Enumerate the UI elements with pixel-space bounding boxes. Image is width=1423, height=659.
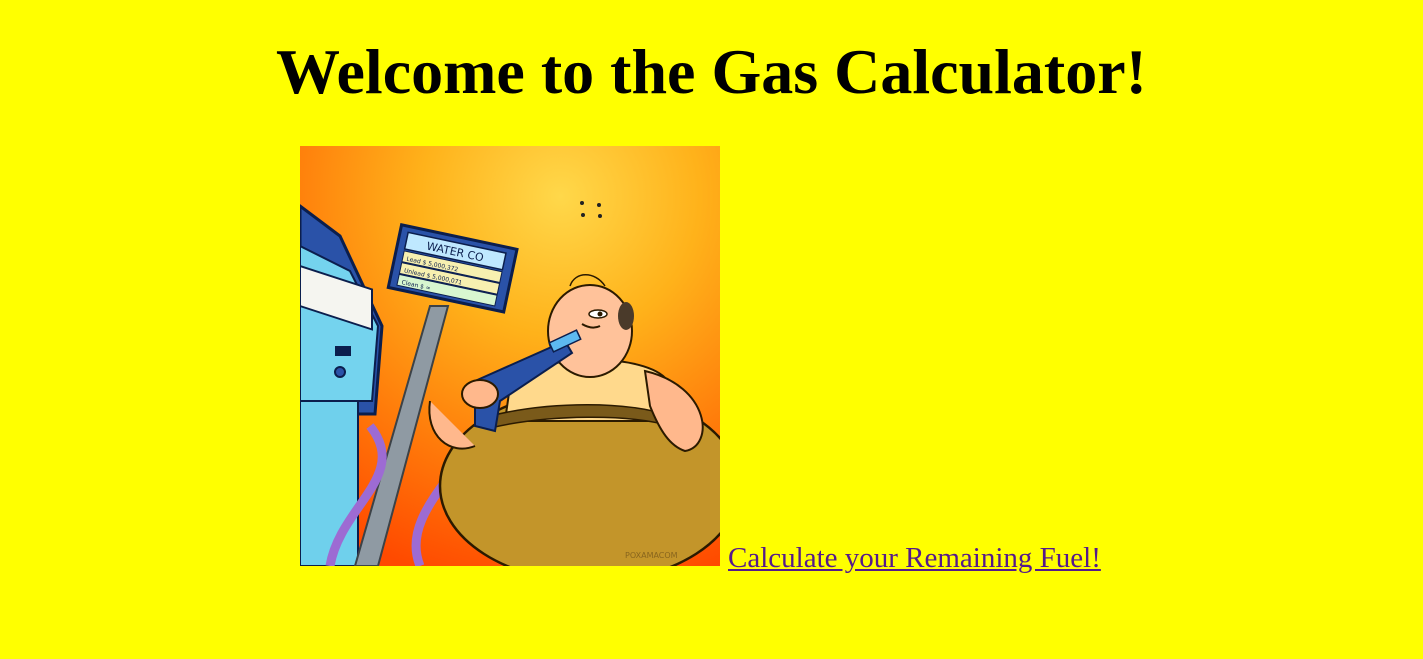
gas-pump-cartoon-image: WATER CO Lead $ 5,000,372 Unlead $ 5,000…	[300, 146, 720, 566]
main-content: WATER CO Lead $ 5,000,372 Unlead $ 5,000…	[300, 146, 1101, 574]
page: Welcome to the Gas Calculator! WATER CO …	[0, 0, 1423, 659]
calculate-remaining-fuel-link[interactable]: Calculate your Remaining Fuel!	[728, 542, 1101, 574]
page-title: Welcome to the Gas Calculator!	[276, 36, 1147, 107]
artist-signature: POXAMACOM	[625, 551, 678, 560]
